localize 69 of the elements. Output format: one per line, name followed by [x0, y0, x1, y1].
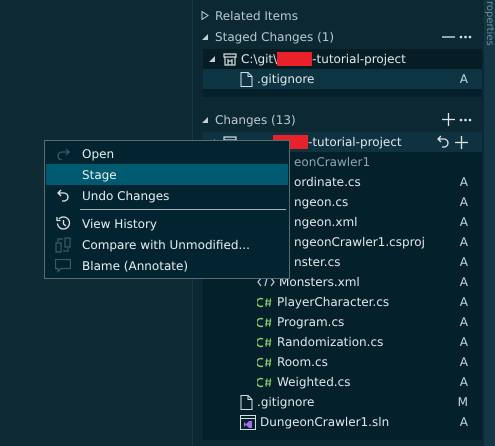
file-name: Randomization.cs: [277, 334, 384, 351]
project-name: eonCrawler1: [294, 154, 370, 171]
file-name: ngeon.cs: [294, 194, 348, 211]
undo-icon: [57, 188, 69, 202]
file-name: ngeonCrawler1.csproj: [294, 234, 425, 251]
more-icon: [459, 34, 472, 38]
file-status: A: [460, 254, 469, 271]
csharp-icon: [257, 336, 273, 348]
file-status: A: [460, 234, 469, 251]
section-header[interactable]: Related Items: [215, 6, 298, 24]
solution-icon: [240, 414, 256, 430]
tree-item[interactable]: .gitignore M: [203, 392, 482, 412]
file-name: Room.cs: [277, 354, 328, 371]
properties-tab[interactable]: roperties: [484, 0, 495, 46]
csharp-icon: [257, 296, 273, 308]
undo-icon: [437, 135, 449, 149]
xml-icon: [257, 277, 275, 287]
redaction-block: [277, 52, 312, 66]
tree-item[interactable]: Weighted.cs A: [203, 372, 482, 392]
compare-icon: [55, 236, 71, 252]
file-status: A: [460, 374, 469, 391]
file-icon: [240, 72, 253, 86]
comment-icon: [55, 258, 71, 272]
menu-item[interactable]: Undo Changes: [46, 185, 288, 206]
csharp-icon: [257, 356, 273, 368]
file-name: DungeonCrawler1.sln: [260, 414, 390, 431]
repo-path: C:\git\: [241, 51, 278, 68]
file-status: A: [460, 71, 469, 88]
file-name: .gitignore: [257, 71, 314, 88]
menu-item[interactable]: Stage: [46, 164, 288, 185]
tree-item[interactable]: Program.cs A: [203, 312, 482, 332]
csharp-icon: [257, 376, 273, 388]
repo-path: -tutorial-project: [312, 51, 406, 68]
file-name: Weighted.cs: [277, 374, 350, 391]
file-icon: [240, 394, 253, 410]
tree-item[interactable]: Randomization.cs A: [203, 332, 482, 352]
file-status: A: [460, 354, 469, 371]
tree-item[interactable]: Room.cs A: [203, 352, 482, 372]
section-header[interactable]: Changes (13): [215, 110, 296, 128]
file-name: PlayerCharacter.cs: [277, 294, 390, 311]
repo-path: -tutorial-project: [308, 134, 402, 151]
file-status: A: [460, 294, 469, 311]
csharp-icon: [257, 316, 273, 328]
file-name: ordinate.cs: [294, 174, 361, 191]
tree-item[interactable]: .gitignore A: [203, 69, 482, 89]
redo-icon: [56, 148, 70, 160]
menu-item[interactable]: View History: [46, 213, 288, 234]
file-status: A: [460, 194, 469, 211]
more-icon: [459, 118, 472, 122]
tree-item[interactable]: DungeonCrawler1.sln A: [203, 412, 482, 432]
repository-row[interactable]: C:\git\ -tutorial-project: [203, 49, 482, 69]
file-status: A: [460, 334, 469, 351]
file-name: .gitignore: [257, 394, 314, 411]
add-icon: [442, 113, 455, 126]
history-icon: [56, 216, 70, 231]
file-status: A: [460, 174, 469, 191]
file-status: A: [460, 414, 469, 431]
menu-item[interactable]: Compare with Unmodified...: [46, 234, 288, 255]
file-name: Program.cs: [277, 314, 344, 331]
file-name: nster.cs: [294, 254, 340, 271]
file-status: M: [458, 394, 469, 411]
file-status: A: [460, 214, 469, 231]
file-name: ngeon.xml: [294, 214, 358, 231]
file-status: A: [460, 274, 469, 291]
tree-item[interactable]: PlayerCharacter.cs A: [203, 292, 482, 312]
section-header[interactable]: Staged Changes (1): [215, 28, 334, 46]
file-status: A: [460, 314, 469, 331]
add-icon: [455, 136, 468, 148]
file-name: Monsters.xml: [279, 274, 360, 291]
